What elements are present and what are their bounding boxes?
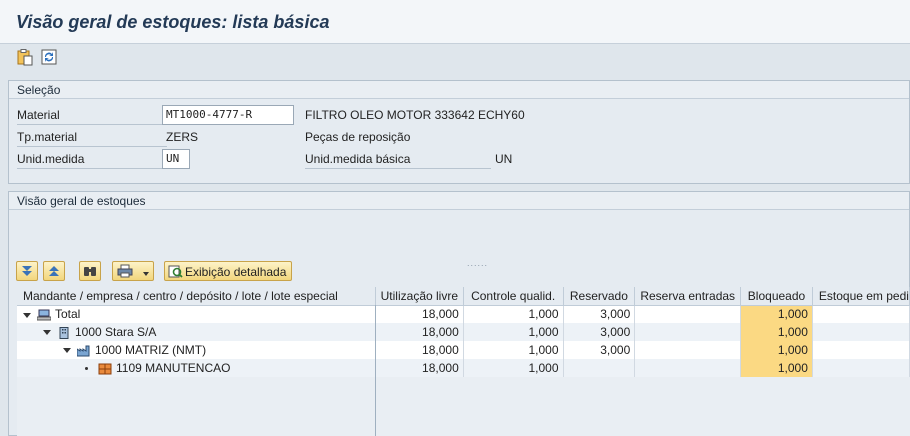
clipboard-icon[interactable]	[16, 48, 34, 66]
table-row[interactable]: 1000 Stara S/A 18,000 1,000 3,000 1,000	[17, 323, 910, 341]
title-bar: Visão geral de estoques: lista básica	[0, 0, 910, 44]
row-name: 1000 MATRIZ (NMT)	[95, 343, 207, 357]
refresh-icon[interactable]	[40, 48, 58, 66]
base-unit-underline	[305, 168, 491, 169]
cell-reserved	[563, 359, 636, 377]
material-description: FILTRO OLEO MOTOR 333642 ECHY60	[305, 108, 525, 122]
tree-cell[interactable]: 1000 MATRIZ (NMT)	[17, 341, 376, 359]
detail-display-label: Exibição detalhada	[185, 265, 287, 279]
table-row[interactable]: 1109 MANUTENCAO 18,000 1,000 1,000	[17, 359, 910, 377]
tree-column-divider	[375, 305, 376, 436]
cell-reserved-receipts	[634, 305, 742, 323]
stock-overview-group: Visão geral de estoques ...... Exibição …	[8, 191, 910, 436]
row-name: Total	[55, 307, 81, 322]
base-unit-label: Unid.medida básica	[305, 152, 411, 166]
cell-stock-on-order	[812, 359, 910, 377]
cell-free-use: 18,000	[375, 341, 464, 359]
cell-stock-on-order	[812, 323, 910, 341]
tree-cell[interactable]: 1000 Stara S/A	[17, 323, 376, 341]
material-label-underline	[17, 124, 167, 125]
binoculars-icon	[84, 267, 96, 276]
app-toolbar	[0, 44, 910, 72]
col-header-stock-on-order[interactable]: Estoque em pedi	[812, 287, 910, 306]
unit-label: Unid.medida	[17, 152, 85, 166]
cell-stock-on-order	[812, 305, 910, 323]
cell-reserved: 3,000	[563, 341, 636, 359]
stock-tree-grid: Mandante / empresa / centro / depósito /…	[17, 287, 910, 436]
col-header-reserved-receipts[interactable]: Reserva entradas	[634, 287, 742, 306]
material-label: Material	[17, 108, 60, 122]
row-name: 1109 MANUTENCAO	[116, 361, 231, 375]
cell-free-use: 18,000	[375, 359, 464, 377]
cell-quality-control: 1,000	[463, 305, 564, 323]
company-icon	[59, 326, 69, 339]
cell-reserved: 3,000	[563, 323, 636, 341]
cell-free-use: 18,000	[375, 323, 464, 341]
find-button[interactable]	[79, 261, 101, 281]
cell-free-use: 18,000	[375, 305, 464, 323]
material-type-description: Peças de reposição	[305, 130, 411, 144]
leaf-bullet-icon	[85, 367, 88, 371]
base-unit-value: UN	[495, 152, 513, 166]
cell-quality-control: 1,000	[463, 341, 564, 359]
material-type-label-underline	[17, 146, 167, 147]
unit-row: Unid.medida UN Unid.medida básica UN	[9, 149, 909, 169]
table-row[interactable]: 1000 MATRIZ (NMT) 18,000 1,000 3,000 1,0…	[17, 341, 910, 359]
col-header-reserved[interactable]: Reservado	[563, 287, 636, 306]
material-input[interactable]: MT1000-4777-R	[162, 105, 294, 125]
unit-label-underline	[17, 168, 167, 169]
cell-blocked: 1,000	[740, 341, 813, 359]
stock-overview-title: Visão geral de estoques	[9, 192, 909, 210]
tree-cell[interactable]: 1109 MANUTENCAO	[17, 359, 376, 377]
expand-all-icon	[22, 266, 32, 276]
row-name: 1000 Stara S/A	[75, 325, 157, 339]
unit-input[interactable]: UN	[162, 149, 190, 169]
cell-reserved: 3,000	[563, 305, 636, 323]
collapse-all-icon	[49, 266, 59, 276]
expand-all-button[interactable]	[16, 261, 38, 281]
material-type-label: Tp.material	[17, 130, 78, 144]
expand-arrow-icon[interactable]	[43, 330, 51, 336]
cell-blocked: 1,000	[740, 323, 813, 341]
tree-cell[interactable]: Total	[17, 305, 376, 323]
col-header-quality-control[interactable]: Controle qualid.	[463, 287, 564, 306]
selection-group: Seleção Material MT1000-4777-R FILTRO OL…	[8, 80, 910, 184]
plant-icon	[77, 345, 90, 357]
page-title: Visão geral de estoques: lista básica	[16, 12, 330, 32]
col-header-blocked[interactable]: Bloqueado	[740, 287, 813, 306]
cell-quality-control: 1,000	[463, 323, 564, 341]
cell-stock-on-order	[812, 341, 910, 359]
detail-view-icon	[168, 265, 183, 278]
cell-quality-control: 1,000	[463, 359, 564, 377]
cell-reserved-receipts	[634, 341, 742, 359]
stock-table: Mandante / empresa / centro / depósito /…	[17, 287, 910, 377]
cell-blocked: 1,000	[740, 305, 813, 323]
cell-reserved-receipts	[634, 323, 742, 341]
detail-display-button[interactable]: Exibição detalhada	[164, 261, 292, 281]
collapse-all-button[interactable]	[43, 261, 65, 281]
table-row[interactable]: Total 18,000 1,000 3,000 1,000	[17, 305, 910, 323]
printer-icon	[117, 264, 133, 278]
dropdown-arrow-icon	[143, 272, 149, 276]
material-row: Material MT1000-4777-R FILTRO OLEO MOTOR…	[9, 105, 909, 125]
splitter-handle[interactable]: ......	[467, 258, 488, 268]
print-button[interactable]	[112, 261, 154, 281]
material-type-value: ZERS	[166, 130, 199, 144]
cell-reserved-receipts	[634, 359, 742, 377]
expand-arrow-icon[interactable]	[23, 312, 31, 318]
table-header: Mandante / empresa / centro / depósito /…	[17, 287, 910, 306]
material-type-row: Tp.material ZERS Peças de reposição	[9, 127, 909, 147]
storage-location-icon	[98, 363, 112, 375]
col-header-free-use[interactable]: Utilização livre	[375, 287, 464, 306]
cell-blocked: 1,000	[740, 359, 813, 377]
expand-arrow-icon[interactable]	[63, 348, 71, 354]
selection-title: Seleção	[9, 81, 909, 99]
col-header-hierarchy[interactable]: Mandante / empresa / centro / depósito /…	[17, 287, 376, 306]
system-icon	[37, 309, 51, 321]
